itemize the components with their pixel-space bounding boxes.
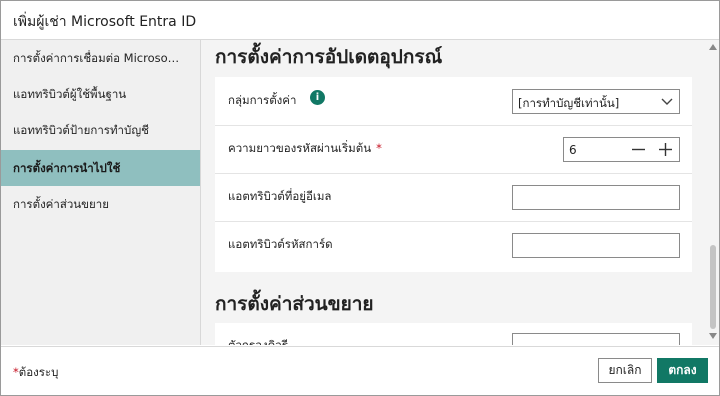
password-length-row: ความยาวของรหัสผ่านเริ่มต้น * 6: [215, 125, 692, 174]
sidebar-item-account-label-attributes[interactable]: แอททริบิวต์ป้ายการทำบัญชี: [1, 112, 200, 148]
required-note: *ต้องระบุ: [13, 365, 59, 379]
cancel-button[interactable]: ยกเลิก: [598, 358, 652, 383]
passcode-attribute-input[interactable]: [512, 233, 680, 258]
sidebar-item-deployment-settings[interactable]: การตั้งค่าการนำไปใช้: [1, 150, 200, 186]
password-length-label: ความยาวของรหัสผ่านเริ่มต้น *: [228, 141, 382, 155]
device-update-card: กลุ่มการตั้งค่า i [การทำบัญชีเท่านั้น] ค…: [215, 77, 692, 272]
group-setting-value: [การทำบัญชีเท่านั้น]: [518, 96, 620, 110]
sidebar-item-extension-settings[interactable]: การตั้งค่าส่วนขยาย: [1, 186, 200, 222]
ok-button[interactable]: ตกลง: [657, 358, 708, 383]
extension-card: ตัวกรองคิวรี: [215, 323, 692, 345]
device-update-heading: การตั้งค่าการอัปเดตอุปกรณ์: [215, 46, 443, 68]
email-attribute-label: แอตทริบิวต์ที่อยู่อีเมล: [228, 189, 332, 203]
plus-icon[interactable]: [652, 138, 679, 161]
password-length-stepper[interactable]: 6: [563, 137, 680, 162]
sidebar-item-basic-user-attributes[interactable]: แอททริบิวต์ผู้ใช้พื้นฐาน: [1, 76, 200, 112]
query-filter-row: ตัวกรองคิวรี: [215, 323, 692, 345]
group-setting-label: กลุ่มการตั้งค่า: [228, 93, 297, 107]
title-bar: เพิ่มผู้เช่า Microsoft Entra ID: [1, 1, 719, 40]
sidebar-nav: การตั้งค่าการเชื่อมต่อ Microso… แอททริบิ…: [1, 40, 201, 345]
group-setting-row: กลุ่มการตั้งค่า i [การทำบัญชีเท่านั้น]: [215, 77, 692, 126]
settings-content: การตั้งค่าการอัปเดตอุปกรณ์ กลุ่มการตั้งค…: [201, 40, 707, 345]
group-setting-select[interactable]: [การทำบัญชีเท่านั้น]: [512, 89, 680, 114]
passcode-attribute-row: แอตทริบิวต์รหัสการ์ด: [215, 221, 692, 269]
query-filter-label: ตัวกรองคิวรี: [228, 338, 288, 345]
minus-icon[interactable]: [625, 138, 652, 161]
dialog-footer: *ต้องระบุ ยกเลิก ตกลง: [1, 346, 719, 395]
query-filter-input[interactable]: [512, 333, 680, 345]
content-scrollbar[interactable]: [707, 40, 719, 345]
scroll-up-icon[interactable]: [709, 44, 717, 50]
required-star: *: [376, 141, 382, 155]
scroll-thumb[interactable]: [710, 245, 716, 329]
info-icon[interactable]: i: [310, 90, 325, 105]
chevron-down-icon: [661, 98, 673, 105]
scroll-down-icon[interactable]: [709, 333, 717, 339]
add-tenant-dialog: เพิ่มผู้เช่า Microsoft Entra ID การตั้งค…: [0, 0, 720, 396]
extension-heading: การตั้งค่าส่วนขยาย: [215, 293, 374, 315]
passcode-attribute-label: แอตทริบิวต์รหัสการ์ด: [228, 237, 333, 251]
sidebar-item-connection-settings[interactable]: การตั้งค่าการเชื่อมต่อ Microso…: [1, 40, 200, 76]
email-attribute-row: แอตทริบิวต์ที่อยู่อีเมล: [215, 173, 692, 222]
password-length-value[interactable]: 6: [569, 143, 577, 157]
dialog-title: เพิ่มผู้เช่า Microsoft Entra ID: [13, 14, 197, 30]
email-attribute-input[interactable]: [512, 185, 680, 210]
